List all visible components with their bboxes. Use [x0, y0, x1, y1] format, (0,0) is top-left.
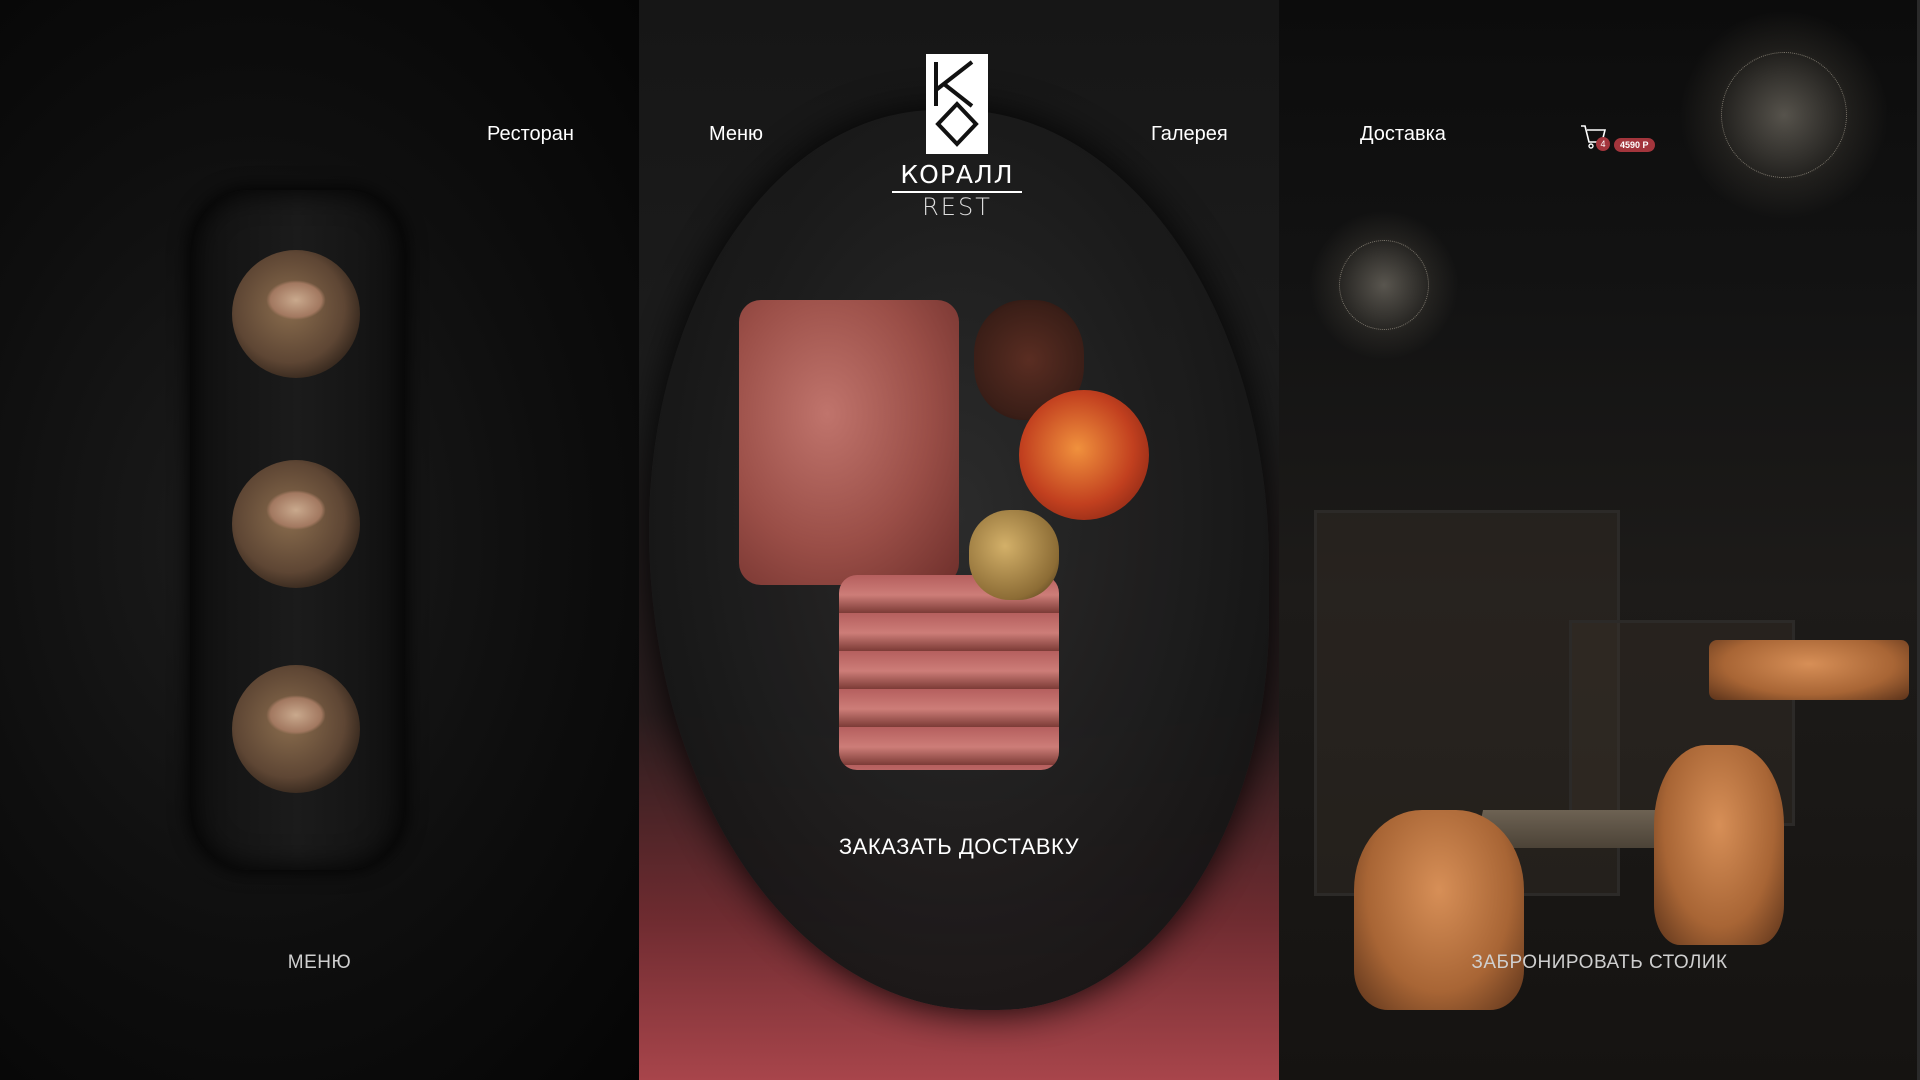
cart-button[interactable]: 4 4590 Р	[1580, 122, 1655, 155]
panel-menu[interactable]	[0, 0, 639, 1080]
nav-restaurant[interactable]: Ресторан	[487, 123, 574, 146]
cart-count-badge: 4	[1596, 137, 1610, 151]
steak-image	[739, 300, 959, 585]
food-tray-image	[190, 190, 405, 870]
dish-image	[232, 665, 360, 793]
logo-monogram-icon	[926, 54, 988, 154]
nav-gallery[interactable]: Галерея	[1151, 123, 1228, 146]
dish-image	[232, 460, 360, 588]
chair-image	[1354, 810, 1524, 1010]
site-logo[interactable]: КОРАЛЛ REST	[892, 54, 1022, 221]
chandelier-image	[1679, 10, 1889, 220]
book-table-button[interactable]: ЗАБРОНИРОВАТЬ СТОЛИК	[1279, 952, 1920, 974]
dish-image	[232, 250, 360, 378]
panel-booking[interactable]	[1279, 0, 1920, 1080]
logo-name: КОРАЛЛ	[892, 160, 1022, 193]
order-delivery-button[interactable]: ЗАКАЗАТЬ ДОСТАВКУ	[639, 834, 1279, 860]
steak-slices-image	[839, 575, 1059, 770]
sofa-image	[1709, 640, 1909, 700]
nav-delivery[interactable]: Доставка	[1360, 123, 1446, 146]
cart-total-badge: 4590 Р	[1614, 138, 1655, 152]
logo-subtitle: REST	[922, 193, 992, 221]
menu-button[interactable]: МЕНЮ	[0, 952, 639, 974]
nav-menu[interactable]: Меню	[709, 123, 763, 146]
tomato-image	[1019, 390, 1149, 520]
chair-image	[1654, 745, 1784, 945]
potato-image	[969, 510, 1059, 600]
chandelier-image	[1309, 210, 1459, 360]
